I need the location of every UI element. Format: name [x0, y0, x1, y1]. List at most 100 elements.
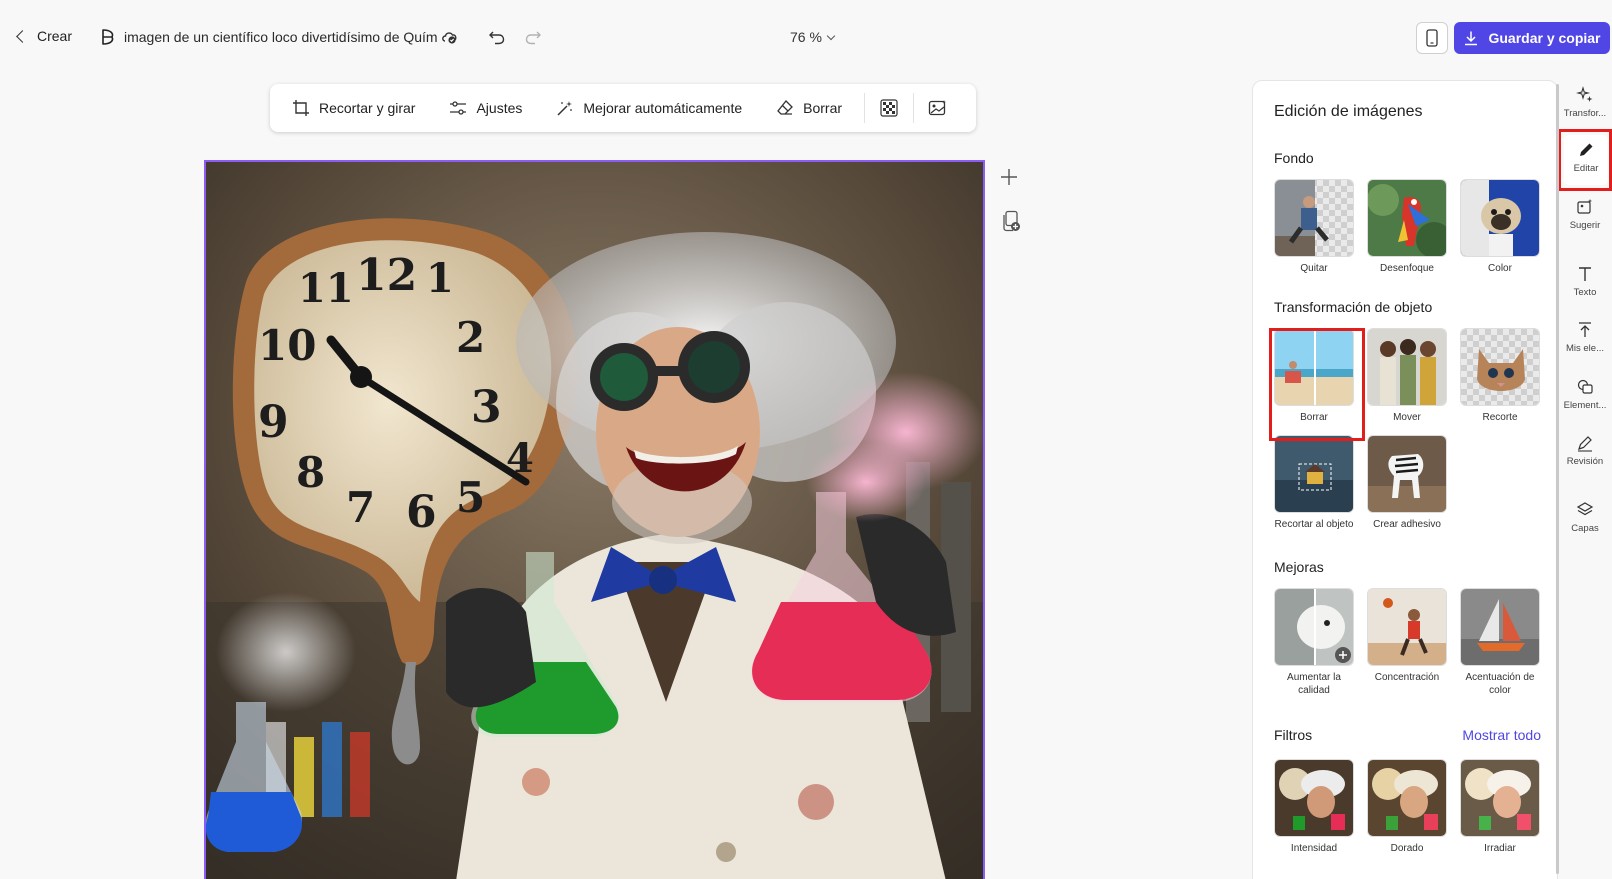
object-cutout-label: Recorte [1482, 412, 1518, 423]
bg-blur-tile[interactable]: Desenfoque [1367, 179, 1447, 275]
filter-radiate-thumbnail [1460, 759, 1540, 837]
erase-label: Borrar [803, 100, 843, 116]
download-icon [1465, 31, 1478, 46]
object-erase-tile[interactable]: Borrar [1274, 328, 1354, 424]
rail-my-elements[interactable]: Mis ele... [1558, 321, 1612, 354]
rail-text-label: Texto [1573, 287, 1597, 298]
focus-thumbnail [1367, 588, 1447, 666]
filter-golden-label: Dorado [1390, 843, 1424, 854]
crop-label: Recortar y girar [319, 100, 416, 116]
rail-elements[interactable]: Element... [1558, 378, 1612, 411]
upscale-label: Aumentar la calidad [1287, 672, 1341, 696]
back-button[interactable]: Crear [14, 28, 72, 44]
bg-color-tile[interactable]: Color [1460, 179, 1540, 275]
image-styles-button[interactable] [928, 98, 948, 118]
chevron-left-icon [16, 29, 29, 43]
cloud-sync-icon[interactable] [441, 29, 459, 45]
tool-rail: Transfor... Editar Sugerir Texto Mis ele… [1558, 80, 1612, 879]
top-bar: Crear imagen de un científico loco diver… [0, 0, 1612, 78]
remove-background-button[interactable] [879, 98, 899, 118]
rail-layers-label: Capas [1571, 523, 1599, 534]
image-editing-panel: Edición de imágenes Fondo Quitar Desenfo… [1252, 80, 1558, 879]
crop-to-object-tile[interactable]: Recortar al objeto [1274, 435, 1354, 531]
adjust-label: Ajustes [476, 100, 523, 116]
object-erase-thumbnail [1274, 328, 1354, 406]
rail-edit[interactable]: Editar [1564, 135, 1608, 185]
rail-text[interactable]: Texto [1558, 265, 1612, 298]
crop-icon [293, 100, 309, 116]
color-pop-tile[interactable]: Acentuación de color [1460, 588, 1540, 697]
auto-enhance-button[interactable]: Mejorar automáticamente [556, 99, 742, 117]
focus-label: Concentración [1374, 672, 1440, 683]
eraser-icon [777, 100, 794, 115]
back-label: Crear [37, 28, 73, 44]
bg-remove-label: Quitar [1300, 263, 1328, 274]
rail-review[interactable]: Revisión [1558, 434, 1612, 467]
create-sticker-label: Crear adhesivo [1373, 519, 1441, 530]
section-background-title: Fondo [1274, 150, 1314, 166]
svg-text:10: 10 [258, 321, 316, 370]
svg-text:9: 9 [258, 397, 289, 448]
focus-tile[interactable]: Concentración [1367, 588, 1447, 684]
toolbar-divider [913, 93, 915, 123]
object-cutout-thumbnail [1460, 328, 1540, 406]
bg-blur-thumbnail [1367, 179, 1447, 257]
filter-radiate-tile[interactable]: Irradiar [1460, 759, 1540, 855]
crop-to-object-thumbnail [1274, 435, 1354, 513]
duplicate-page-icon[interactable] [1001, 210, 1021, 232]
bg-remove-tile[interactable]: Quitar [1274, 179, 1354, 275]
crop-to-object-label: Recortar al objeto [1274, 519, 1354, 530]
filter-golden-tile[interactable]: Dorado [1367, 759, 1447, 855]
layers-icon [1576, 502, 1594, 516]
create-sticker-thumbnail [1367, 435, 1447, 513]
rail-suggest[interactable]: Sugerir [1558, 198, 1612, 231]
bg-color-thumbnail [1460, 179, 1540, 257]
shapes-icon [1577, 379, 1593, 394]
section-filters-title: Filtros [1274, 727, 1313, 743]
svg-text:5: 5 [456, 473, 485, 522]
crop-rotate-button[interactable]: Recortar y girar [292, 99, 415, 117]
zoom-value: 76 % [790, 29, 822, 45]
pen-review-icon [1578, 436, 1592, 452]
redo-icon[interactable] [524, 28, 542, 46]
mobile-preview-button[interactable] [1416, 22, 1448, 54]
document-title[interactable]: imagen de un científico loco divertidísi… [98, 27, 438, 47]
object-move-tile[interactable]: Mover [1367, 328, 1447, 424]
phone-icon [1426, 29, 1438, 47]
show-all-filters-link[interactable]: Mostrar todo [1462, 727, 1541, 743]
add-page-icon[interactable] [999, 167, 1019, 187]
object-cutout-tile[interactable]: Recorte [1460, 328, 1540, 424]
rail-transform[interactable]: Transfor... [1558, 86, 1612, 119]
mad-scientist-image: 12 11 1 10 2 9 3 8 4 7 6 5 [206, 162, 983, 879]
filter-radiate-label: Irradiar [1484, 843, 1516, 854]
upload-icon [1579, 322, 1591, 337]
upscale-tile[interactable]: Aumentar la calidad [1274, 588, 1354, 697]
rail-transform-label: Transfor... [1563, 108, 1607, 119]
chevron-down-icon [826, 31, 836, 40]
panel-title: Edición de imágenes [1274, 103, 1423, 120]
bg-color-label: Color [1488, 263, 1512, 274]
rail-edit-label: Editar [1573, 163, 1599, 174]
create-sticker-tile[interactable]: Crear adhesivo [1367, 435, 1447, 531]
object-move-thumbnail [1367, 328, 1447, 406]
undo-icon[interactable] [488, 28, 506, 46]
pencil-icon [1580, 143, 1593, 156]
bg-remove-thumbnail [1274, 179, 1354, 257]
rail-my-elements-label: Mis ele... [1565, 343, 1604, 354]
filter-intensity-tile[interactable]: Intensidad [1274, 759, 1354, 855]
upscale-thumbnail [1274, 588, 1354, 666]
erase-button[interactable]: Borrar [776, 99, 842, 117]
adjustments-button[interactable]: Ajustes [449, 99, 522, 117]
color-pop-label: Acentuación de color [1465, 672, 1535, 696]
image-canvas[interactable]: 12 11 1 10 2 9 3 8 4 7 6 5 [204, 160, 985, 879]
designer-logo-icon [102, 29, 114, 45]
svg-text:2: 2 [456, 313, 485, 362]
save-and-copy-button[interactable]: Guardar y copiar [1454, 22, 1610, 54]
enhance-label: Mejorar automáticamente [583, 100, 743, 116]
zoom-dropdown[interactable]: 76 % [790, 29, 836, 45]
svg-text:1: 1 [426, 255, 454, 302]
rail-layers[interactable]: Capas [1558, 501, 1612, 534]
image-sparkle-icon [928, 100, 947, 116]
color-pop-thumbnail [1460, 588, 1540, 666]
svg-text:6: 6 [406, 487, 437, 538]
